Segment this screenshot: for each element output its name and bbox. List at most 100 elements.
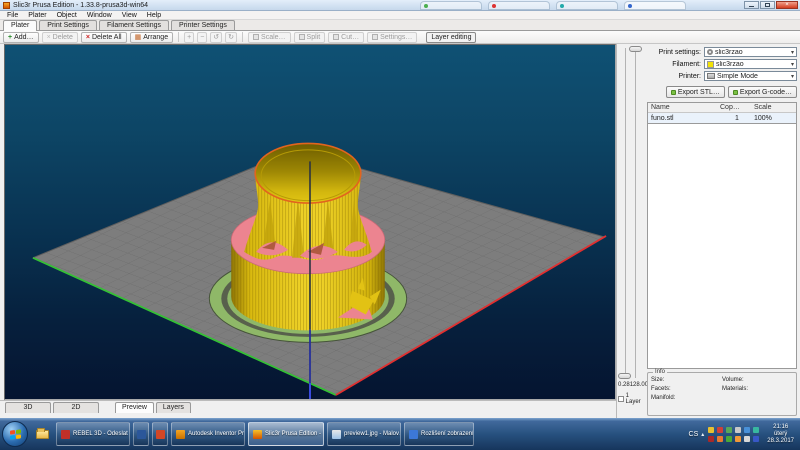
tray-icon[interactable] [726,436,732,442]
rotate-cw-icon: ↻ [228,34,234,41]
view-tab-3d[interactable]: 3D [5,402,51,413]
add-button[interactable]: + Add… [3,32,39,43]
view-tab-2d[interactable]: 2D [53,402,99,413]
rotate-ccw-button[interactable]: ↺ [210,32,222,43]
tray-icon[interactable] [735,427,741,433]
layer-slider-handle-min[interactable] [618,373,631,379]
split-button[interactable]: Split [294,32,326,43]
browser-tab[interactable] [488,1,550,10]
app-icon [3,2,10,9]
filament-label: Filament: [647,61,701,68]
taskbar-button-display-settings[interactable]: Rozlišení zobrazení [404,422,474,446]
menu-help[interactable]: Help [142,12,166,19]
language-indicator[interactable]: CS [689,431,699,438]
desktop: Slic3r Prusa Edition - 1.33.8-prusa3d-wi… [0,0,800,450]
object-list-empty-area[interactable] [647,124,797,369]
rotate-cw-button[interactable]: ↻ [225,32,237,43]
gear-icon [707,49,713,55]
taskbar-clock[interactable]: 21:16 úterý 28.3.2017 [763,424,798,445]
filament-select[interactable]: slic3rzao ▾ [704,59,797,69]
taskbar-button-app1[interactable] [133,422,149,446]
browser-tab[interactable] [420,1,482,10]
tab-plater[interactable]: Plater [3,20,37,31]
tray-icon[interactable] [717,427,723,433]
menu-view[interactable]: View [117,12,142,19]
taskbar-button-paint[interactable]: preview1.jpg - Malov… [327,422,401,446]
3d-viewport[interactable] [4,44,616,400]
tray-icon[interactable] [735,436,741,442]
tray-icon[interactable] [708,436,714,442]
favicon [628,4,632,8]
fewer-copies-button[interactable]: − [197,32,207,43]
toolbar-separator [178,32,179,42]
cut-button[interactable]: Cut… [328,32,364,43]
clock-day: úterý [767,431,794,438]
tab-printer-settings[interactable]: Printer Settings [171,20,235,30]
chevron-down-icon: ▾ [791,73,794,80]
clock-time: 21:16 [767,424,794,431]
tray-icon[interactable] [708,427,714,433]
favicon [560,4,564,8]
browser-tab[interactable] [556,1,618,10]
taskbar-button-slic3r[interactable]: Slic3r Prusa Edition - … [248,422,324,446]
taskbar-button-rebel3d[interactable]: REBEL 3D - Odeslat o… [56,422,130,446]
more-copies-button[interactable]: + [184,32,194,43]
maximize-button[interactable] [760,1,775,9]
info-box-title: Info [653,369,667,375]
tray-icon[interactable] [744,427,750,433]
settings-button[interactable]: Settings… [367,32,417,43]
layer-slider-track-min[interactable] [625,48,626,378]
taskbar-button-app2[interactable] [152,422,168,446]
delete-all-button[interactable]: × Delete All [81,32,127,43]
print-settings-label: Print settings: [647,49,701,56]
taskbar-button-inventor[interactable]: Autodesk Inventor Pr… [171,422,245,446]
status-strip [0,413,616,418]
delete-button[interactable]: × Delete [42,32,78,43]
viewport-column: 3D 2D Preview Layers [0,44,616,418]
slic3r-icon [253,430,262,439]
tray-icon[interactable] [744,436,750,442]
menu-file[interactable]: File [2,12,23,19]
layer-slider-handle-max[interactable] [629,46,642,52]
printer-label: Printer: [647,73,701,80]
monitor-icon [409,430,418,439]
settings-tabs: Plater Print Settings Filament Settings … [0,20,800,31]
layer-slider-track-max[interactable] [635,48,636,378]
arrange-button[interactable]: ▦ Arrange [130,32,174,43]
explorer-button[interactable] [31,422,53,446]
close-button[interactable]: × [776,1,798,9]
export-stl-button[interactable]: Export STL… [666,86,725,98]
start-button[interactable] [2,421,28,447]
scale-button[interactable]: Scale… [248,32,291,43]
menu-window[interactable]: Window [82,12,117,19]
minimize-button[interactable] [744,1,759,9]
maximize-icon [765,3,770,7]
menu-plater[interactable]: Plater [23,12,51,19]
view-tab-preview[interactable]: Preview [115,402,154,413]
view-tab-layers[interactable]: Layers [156,402,191,413]
tab-print-settings[interactable]: Print Settings [39,20,97,30]
menu-object[interactable]: Object [52,12,82,19]
table-row[interactable]: funo.stl 1 100% [648,113,796,123]
export-gcode-button[interactable]: Export G-code… [728,86,797,98]
right-panel: Print settings: slic3rzao ▾ Filament: sl… [644,44,800,418]
clock-date: 28.3.2017 [767,438,794,445]
tray-icon[interactable] [753,427,759,433]
one-layer-checkbox[interactable] [618,396,624,402]
chevron-down-icon: ▾ [791,61,794,68]
layer-editing-toggle[interactable]: Layer editing [426,32,476,43]
show-hidden-icons-button[interactable]: ▴ [701,431,704,438]
app-icon [156,430,165,439]
tray-icon[interactable] [753,436,759,442]
print-settings-select[interactable]: slic3rzao ▾ [704,47,797,57]
model-rim [255,143,361,203]
tab-filament-settings[interactable]: Filament Settings [99,20,169,30]
printer-select[interactable]: Simple Mode ▾ [704,71,797,81]
tray-icon[interactable] [726,427,732,433]
background-browser-tabs [420,1,686,10]
more-copies-icon: + [187,34,191,41]
tray-icon[interactable] [717,436,723,442]
menu-bar: File Plater Object Window View Help [0,11,800,20]
filament-color-swatch [707,61,714,68]
browser-tab[interactable] [624,1,686,10]
